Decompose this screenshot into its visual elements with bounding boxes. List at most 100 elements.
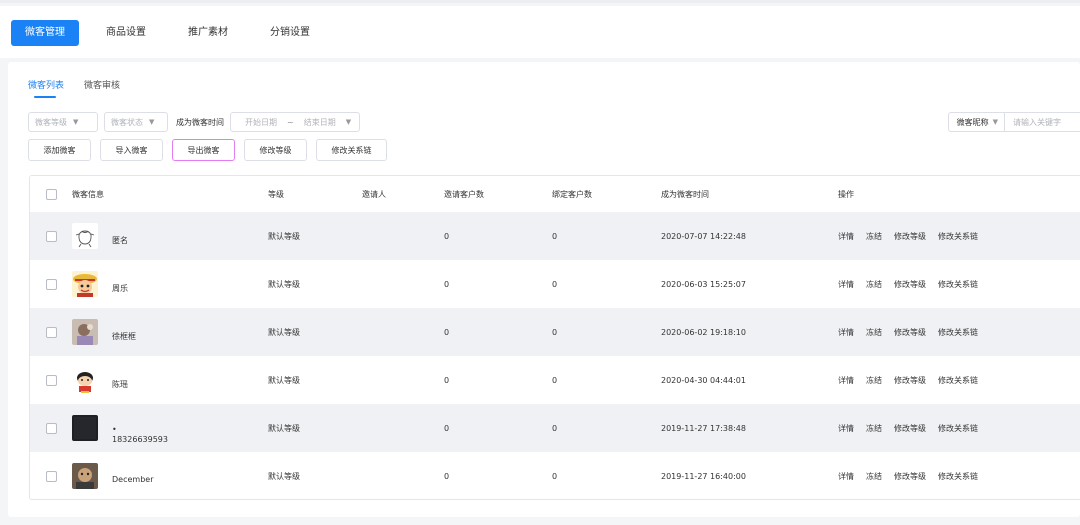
tab-weike-management[interactable]: 微客管理 xyxy=(11,20,79,46)
subtab-weike-review[interactable]: 微客审核 xyxy=(84,78,120,98)
header-level: 等级 xyxy=(268,189,284,199)
freeze-link[interactable]: 冻结 xyxy=(866,423,882,434)
level-cell: 默认等级 xyxy=(268,423,300,433)
status-select-placeholder: 微客状态 xyxy=(111,117,143,127)
edit-level-link[interactable]: 修改等级 xyxy=(894,471,926,482)
caret-down-icon: ▼ xyxy=(73,118,79,126)
weike-name: 匿名 xyxy=(112,235,128,247)
edit-relation-button[interactable]: 修改关系链 xyxy=(316,139,387,161)
weike-nickname: 徐框框 xyxy=(112,332,136,341)
search-box: 微客昵称 ▼ 请输入关键字 xyxy=(947,112,1080,132)
search-field-select[interactable]: 微客昵称 ▼ xyxy=(947,112,1004,132)
weike-info-cell: 徐框框 xyxy=(72,319,268,345)
start-date-input[interactable]: 开始日期 xyxy=(245,117,277,128)
bound-count-cell: 0 xyxy=(552,423,558,433)
edit-relation-link[interactable]: 修改关系链 xyxy=(938,471,978,482)
weike-name: 周乐 xyxy=(112,283,128,295)
outline-face-icon xyxy=(72,223,98,249)
row-checkbox-cell xyxy=(30,422,72,434)
weike-table: 微客信息 等级 邀请人 邀请客户数 绑定客户数 成为微客时间 操作 匿名 默认等… xyxy=(29,175,1080,500)
weike-nickname: December xyxy=(112,475,154,484)
status-select[interactable]: 微客状态 ▼ xyxy=(104,112,168,132)
detail-link[interactable]: 详情 xyxy=(838,231,854,242)
header-invited-count: 邀请客户数 xyxy=(444,189,484,199)
top-tabs: 微客管理 商品设置 推广素材 分销设置 xyxy=(11,20,337,46)
bound-count-cell: 0 xyxy=(552,279,558,289)
freeze-link[interactable]: 冻结 xyxy=(866,375,882,386)
add-weike-button[interactable]: 添加微客 xyxy=(28,139,91,161)
freeze-link[interactable]: 冻结 xyxy=(866,471,882,482)
table-row[interactable]: 徐框框 默认等级 0 0 2020-06-02 19:18:10 详情 冻结 修… xyxy=(30,308,1080,356)
join-time-cell: 2020-07-07 14:22:48 xyxy=(661,231,746,241)
cartoon-pirate-avatar-icon xyxy=(72,271,98,297)
import-weike-button[interactable]: 导入微客 xyxy=(100,139,163,161)
detail-link[interactable]: 详情 xyxy=(838,423,854,434)
bound-count-cell: 0 xyxy=(552,231,558,241)
join-time-label: 成为微客时间 xyxy=(176,117,224,127)
table-row[interactable]: December 默认等级 0 0 2019-11-27 16:40:00 详情… xyxy=(30,452,1080,499)
freeze-link[interactable]: 冻结 xyxy=(866,279,882,290)
level-select[interactable]: 微客等级 ▼ xyxy=(28,112,98,132)
dark-square-avatar-icon xyxy=(72,415,98,441)
edit-level-link[interactable]: 修改等级 xyxy=(894,231,926,242)
row-checkbox[interactable] xyxy=(46,470,57,482)
edit-level-link[interactable]: 修改等级 xyxy=(894,375,926,386)
edit-relation-link[interactable]: 修改关系链 xyxy=(938,327,978,338)
edit-relation-link[interactable]: 修改关系链 xyxy=(938,279,978,290)
detail-link[interactable]: 详情 xyxy=(838,327,854,338)
invited-count-cell: 0 xyxy=(444,423,450,433)
invited-count-cell: 0 xyxy=(444,231,450,241)
header-info: 微客信息 xyxy=(72,189,104,199)
row-checkbox[interactable] xyxy=(46,374,57,386)
detail-link[interactable]: 详情 xyxy=(838,471,854,482)
row-checkbox[interactable] xyxy=(46,422,57,434)
header-bound-count: 绑定客户数 xyxy=(552,189,592,199)
edit-relation-link[interactable]: 修改关系链 xyxy=(938,375,978,386)
edit-level-link[interactable]: 修改等级 xyxy=(894,279,926,290)
ops-cell: 详情 冻结 修改等级 修改关系链 xyxy=(838,471,1080,482)
weike-name: • 18326639593 xyxy=(112,425,168,444)
edit-level-link[interactable]: 修改等级 xyxy=(894,327,926,338)
edit-relation-link[interactable]: 修改关系链 xyxy=(938,231,978,242)
photo-avatar-icon xyxy=(72,319,98,345)
weike-nickname: 周乐 xyxy=(112,284,128,293)
weike-nickname: 陈瑶 xyxy=(112,380,128,389)
table-row[interactable]: 周乐 默认等级 0 0 2020-06-03 15:25:07 详情 冻结 修改… xyxy=(30,260,1080,308)
edit-level-button[interactable]: 修改等级 xyxy=(244,139,307,161)
detail-link[interactable]: 详情 xyxy=(838,279,854,290)
table-row[interactable]: 匿名 默认等级 0 0 2020-07-07 14:22:48 详情 冻结 修改… xyxy=(30,212,1080,260)
row-checkbox-cell xyxy=(30,278,72,290)
sub-tabs: 微客列表 微客审核 xyxy=(28,78,140,98)
weike-name: 徐框框 xyxy=(112,331,136,343)
tab-promo-materials[interactable]: 推广素材 xyxy=(173,20,243,46)
row-checkbox[interactable] xyxy=(46,326,57,338)
table-row[interactable]: 陈瑶 默认等级 0 0 2020-04-30 04:44:01 详情 冻结 修改… xyxy=(30,356,1080,404)
join-time-cell: 2019-11-27 16:40:00 xyxy=(661,471,746,481)
date-range-picker[interactable]: 开始日期 ~ 结束日期 ▼ xyxy=(230,112,361,132)
level-cell: 默认等级 xyxy=(268,375,300,385)
join-time-cell: 2020-06-02 19:18:10 xyxy=(661,327,746,337)
filter-bar: 微客等级 ▼ 微客状态 ▼ 成为微客时间 开始日期 ~ 结束日期 ▼ xyxy=(28,112,361,132)
select-all-checkbox[interactable] xyxy=(46,188,57,200)
row-checkbox[interactable] xyxy=(46,278,57,290)
bound-count-cell: 0 xyxy=(552,327,558,337)
tab-distribution-settings[interactable]: 分销设置 xyxy=(255,20,325,46)
freeze-link[interactable]: 冻结 xyxy=(866,231,882,242)
export-weike-button[interactable]: 导出微客 xyxy=(172,139,235,161)
caret-down-icon: ▼ xyxy=(992,118,998,126)
photo-avatar-icon xyxy=(72,463,98,489)
invited-count-cell: 0 xyxy=(444,375,450,385)
date-separator: ~ xyxy=(287,117,294,127)
top-strip xyxy=(0,0,1080,3)
edit-relation-link[interactable]: 修改关系链 xyxy=(938,423,978,434)
weike-info-cell: • 18326639593 xyxy=(72,413,268,444)
detail-link[interactable]: 详情 xyxy=(838,375,854,386)
search-input[interactable]: 请输入关键字 xyxy=(1004,112,1080,132)
freeze-link[interactable]: 冻结 xyxy=(866,327,882,338)
subtab-weike-list[interactable]: 微客列表 xyxy=(28,78,64,98)
row-checkbox[interactable] xyxy=(46,230,57,242)
end-date-input[interactable]: 结束日期 xyxy=(304,117,336,128)
tab-product-settings[interactable]: 商品设置 xyxy=(91,20,161,46)
table-row[interactable]: • 18326639593 默认等级 0 0 2019-11-27 17:38:4… xyxy=(30,404,1080,452)
edit-level-link[interactable]: 修改等级 xyxy=(894,423,926,434)
